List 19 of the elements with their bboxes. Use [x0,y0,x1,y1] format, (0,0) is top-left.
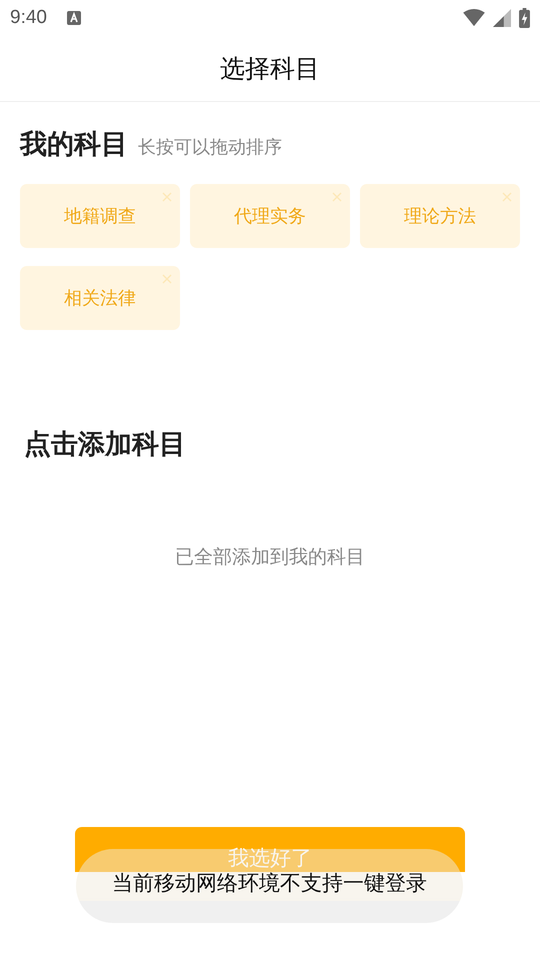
confirm-button[interactable]: 我选好了 [75,827,465,872]
wifi-icon [463,9,485,27]
remove-icon[interactable] [332,192,342,202]
status-time: 9:40 [10,7,47,29]
remove-icon[interactable] [162,192,172,202]
subject-tag[interactable]: 代理实务 [190,184,350,248]
section-title: 我的科目 [20,128,128,162]
remove-icon[interactable] [502,192,512,202]
subject-tag[interactable]: 理论方法 [360,184,520,248]
keyboard-notification-icon [66,11,81,25]
section-hint: 长按可以拖动排序 [138,136,282,159]
empty-message: 已全部添加到我的科目 [174,545,366,570]
subject-tag[interactable]: 地籍调查 [20,184,180,248]
signal-icon [493,9,511,27]
battery-charging-icon [519,8,530,28]
page-title: 选择科目 [220,53,320,85]
section-title: 点击添加科目 [24,429,186,460]
remove-icon[interactable] [162,274,172,284]
subject-tag[interactable]: 相关法律 [20,266,180,330]
